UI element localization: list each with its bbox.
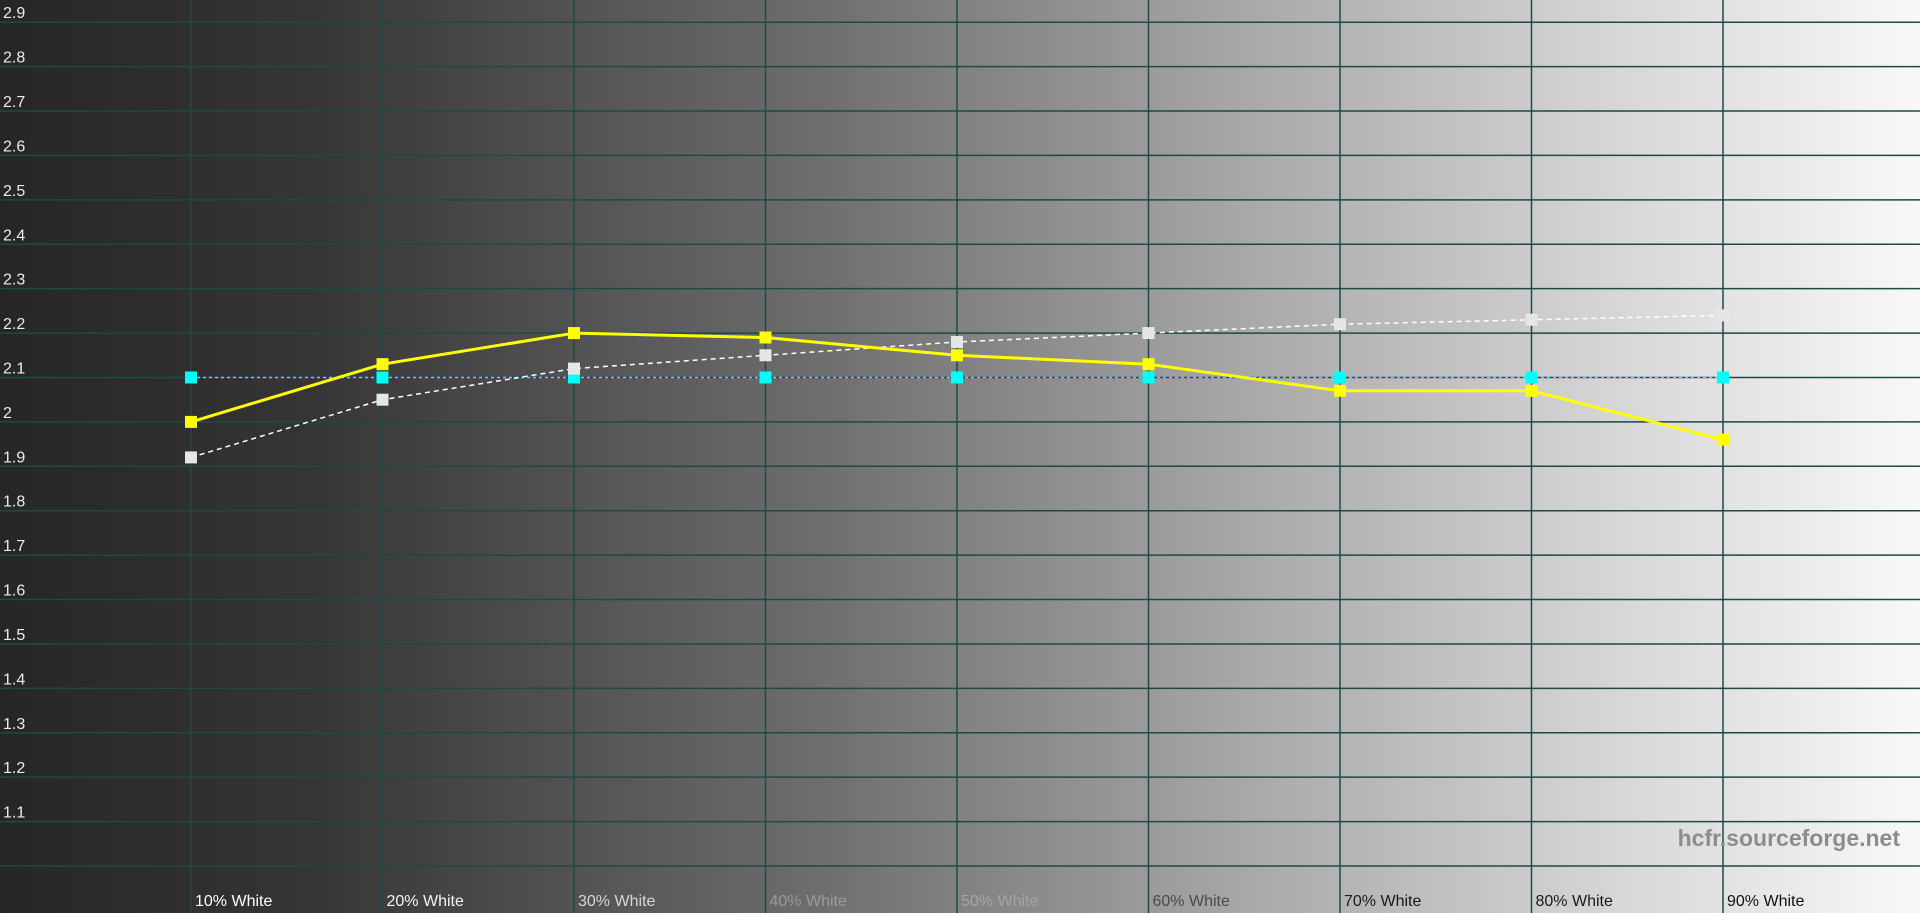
y-tick-label: 2.8 [3, 50, 25, 67]
series-point-0 [376, 358, 389, 371]
series-point-0 [1525, 384, 1538, 397]
y-tick-label: 2 [3, 405, 12, 422]
x-tick-label: 60% White [1153, 893, 1230, 910]
x-axis-ticks: 10% White 20% White 30% White 40% White 50% … [195, 893, 1804, 910]
series-point-1 [376, 393, 389, 406]
y-tick-label: 2.6 [3, 138, 25, 155]
x-tick-label: 50% White [961, 893, 1038, 910]
series-point-1 [1142, 327, 1155, 340]
series-point-0 [185, 415, 197, 428]
y-tick-label: 2.5 [3, 183, 25, 200]
y-tick-label: 2.1 [3, 360, 25, 377]
x-tick-label: 80% White [1536, 893, 1613, 910]
series-point-0 [1717, 433, 1729, 446]
y-tick-label: 1.4 [3, 671, 25, 688]
watermark-text: hcfr.sourceforge.net [1678, 825, 1901, 851]
y-tick-label: 2.7 [3, 94, 25, 111]
series-point-2 [1142, 371, 1155, 384]
y-tick-label: 1.8 [3, 494, 25, 511]
gamma-chart-svg: 2.9 2.8 2.7 2.6 2.5 2.4 2.3 2.2 2.1 2 1.9 1.8 1.7 1.6… [0, 0, 1920, 913]
series-point-0 [568, 327, 580, 340]
y-tick-label: 1.5 [3, 627, 25, 644]
y-tick-label: 1.3 [3, 716, 25, 733]
x-tick-label: 40% White [770, 893, 847, 910]
y-tick-label: 1.1 [3, 805, 25, 822]
series-point-1 [1334, 318, 1346, 331]
y-tick-label: 2.4 [3, 227, 25, 244]
y-tick-label: 1.7 [3, 538, 25, 555]
y-tick-label: 2.2 [3, 316, 25, 333]
y-tick-label: 2.9 [3, 5, 25, 22]
plot-background [0, 0, 1920, 913]
x-tick-label: 20% White [387, 893, 464, 910]
series-point-2 [1717, 371, 1729, 384]
series-point-1 [759, 349, 772, 362]
y-tick-label: 2.3 [3, 272, 25, 289]
series-point-0 [1142, 358, 1155, 371]
series-point-1 [1717, 309, 1729, 322]
series-point-0 [951, 349, 963, 362]
series-point-0 [1334, 384, 1346, 397]
x-tick-label: 30% White [578, 893, 655, 910]
series-point-2 [1525, 371, 1538, 384]
y-tick-label: 1.9 [3, 449, 25, 466]
series-point-1 [1525, 313, 1538, 326]
gamma-chart: 2.9 2.8 2.7 2.6 2.5 2.4 2.3 2.2 2.1 2 1.9 1.8 1.7 1.6… [0, 0, 1920, 913]
series-point-0 [759, 331, 772, 344]
series-point-2 [185, 371, 197, 384]
series-point-1 [568, 362, 580, 375]
series-point-2 [1334, 371, 1346, 384]
series-point-2 [759, 371, 772, 384]
series-point-1 [185, 451, 197, 464]
series-point-2 [951, 371, 963, 384]
y-tick-label: 1.6 [3, 583, 25, 600]
x-tick-label: 70% White [1344, 893, 1421, 910]
series-point-1 [951, 335, 963, 348]
x-tick-label: 10% White [195, 893, 272, 910]
y-tick-label: 1.2 [3, 760, 25, 777]
x-tick-label: 90% White [1727, 893, 1804, 910]
series-point-2 [376, 371, 389, 384]
